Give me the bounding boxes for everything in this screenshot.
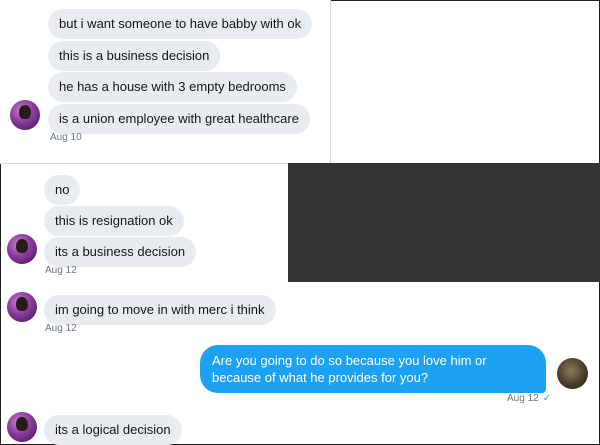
contact-avatar[interactable] xyxy=(7,292,37,322)
redacted-block xyxy=(288,163,600,282)
outgoing-timestamp: Aug 12 ✓ xyxy=(507,393,551,404)
message-bubble[interactable]: this is a business decision xyxy=(48,41,221,71)
contact-avatar[interactable] xyxy=(10,100,40,130)
message-timestamp: Aug 12 xyxy=(45,323,77,334)
outgoing-timestamp-text: Aug 12 xyxy=(507,393,539,404)
sent-check-icon: ✓ xyxy=(542,393,552,404)
user-avatar[interactable] xyxy=(557,358,588,389)
message-bubble[interactable]: but i want someone to have babby with ok xyxy=(48,9,313,39)
message-bubble[interactable]: this is resignation ok xyxy=(44,206,184,236)
outgoing-message-bubble[interactable]: Are you going to do so because you love … xyxy=(200,345,546,393)
contact-avatar[interactable] xyxy=(7,412,37,442)
message-bubble[interactable]: is a union employee with great healthcar… xyxy=(48,104,310,134)
message-bubble[interactable]: its a business decision xyxy=(44,237,197,267)
message-bubble[interactable]: im going to move in with merc i think xyxy=(44,295,276,325)
message-bubble[interactable]: its a logical decision xyxy=(44,415,182,445)
contact-avatar[interactable] xyxy=(7,234,37,264)
message-bubble[interactable]: he has a house with 3 empty bedrooms xyxy=(48,72,297,102)
message-timestamp: Aug 10 xyxy=(50,132,82,143)
message-bubble[interactable]: no xyxy=(44,175,81,205)
message-timestamp: Aug 12 xyxy=(45,265,77,276)
